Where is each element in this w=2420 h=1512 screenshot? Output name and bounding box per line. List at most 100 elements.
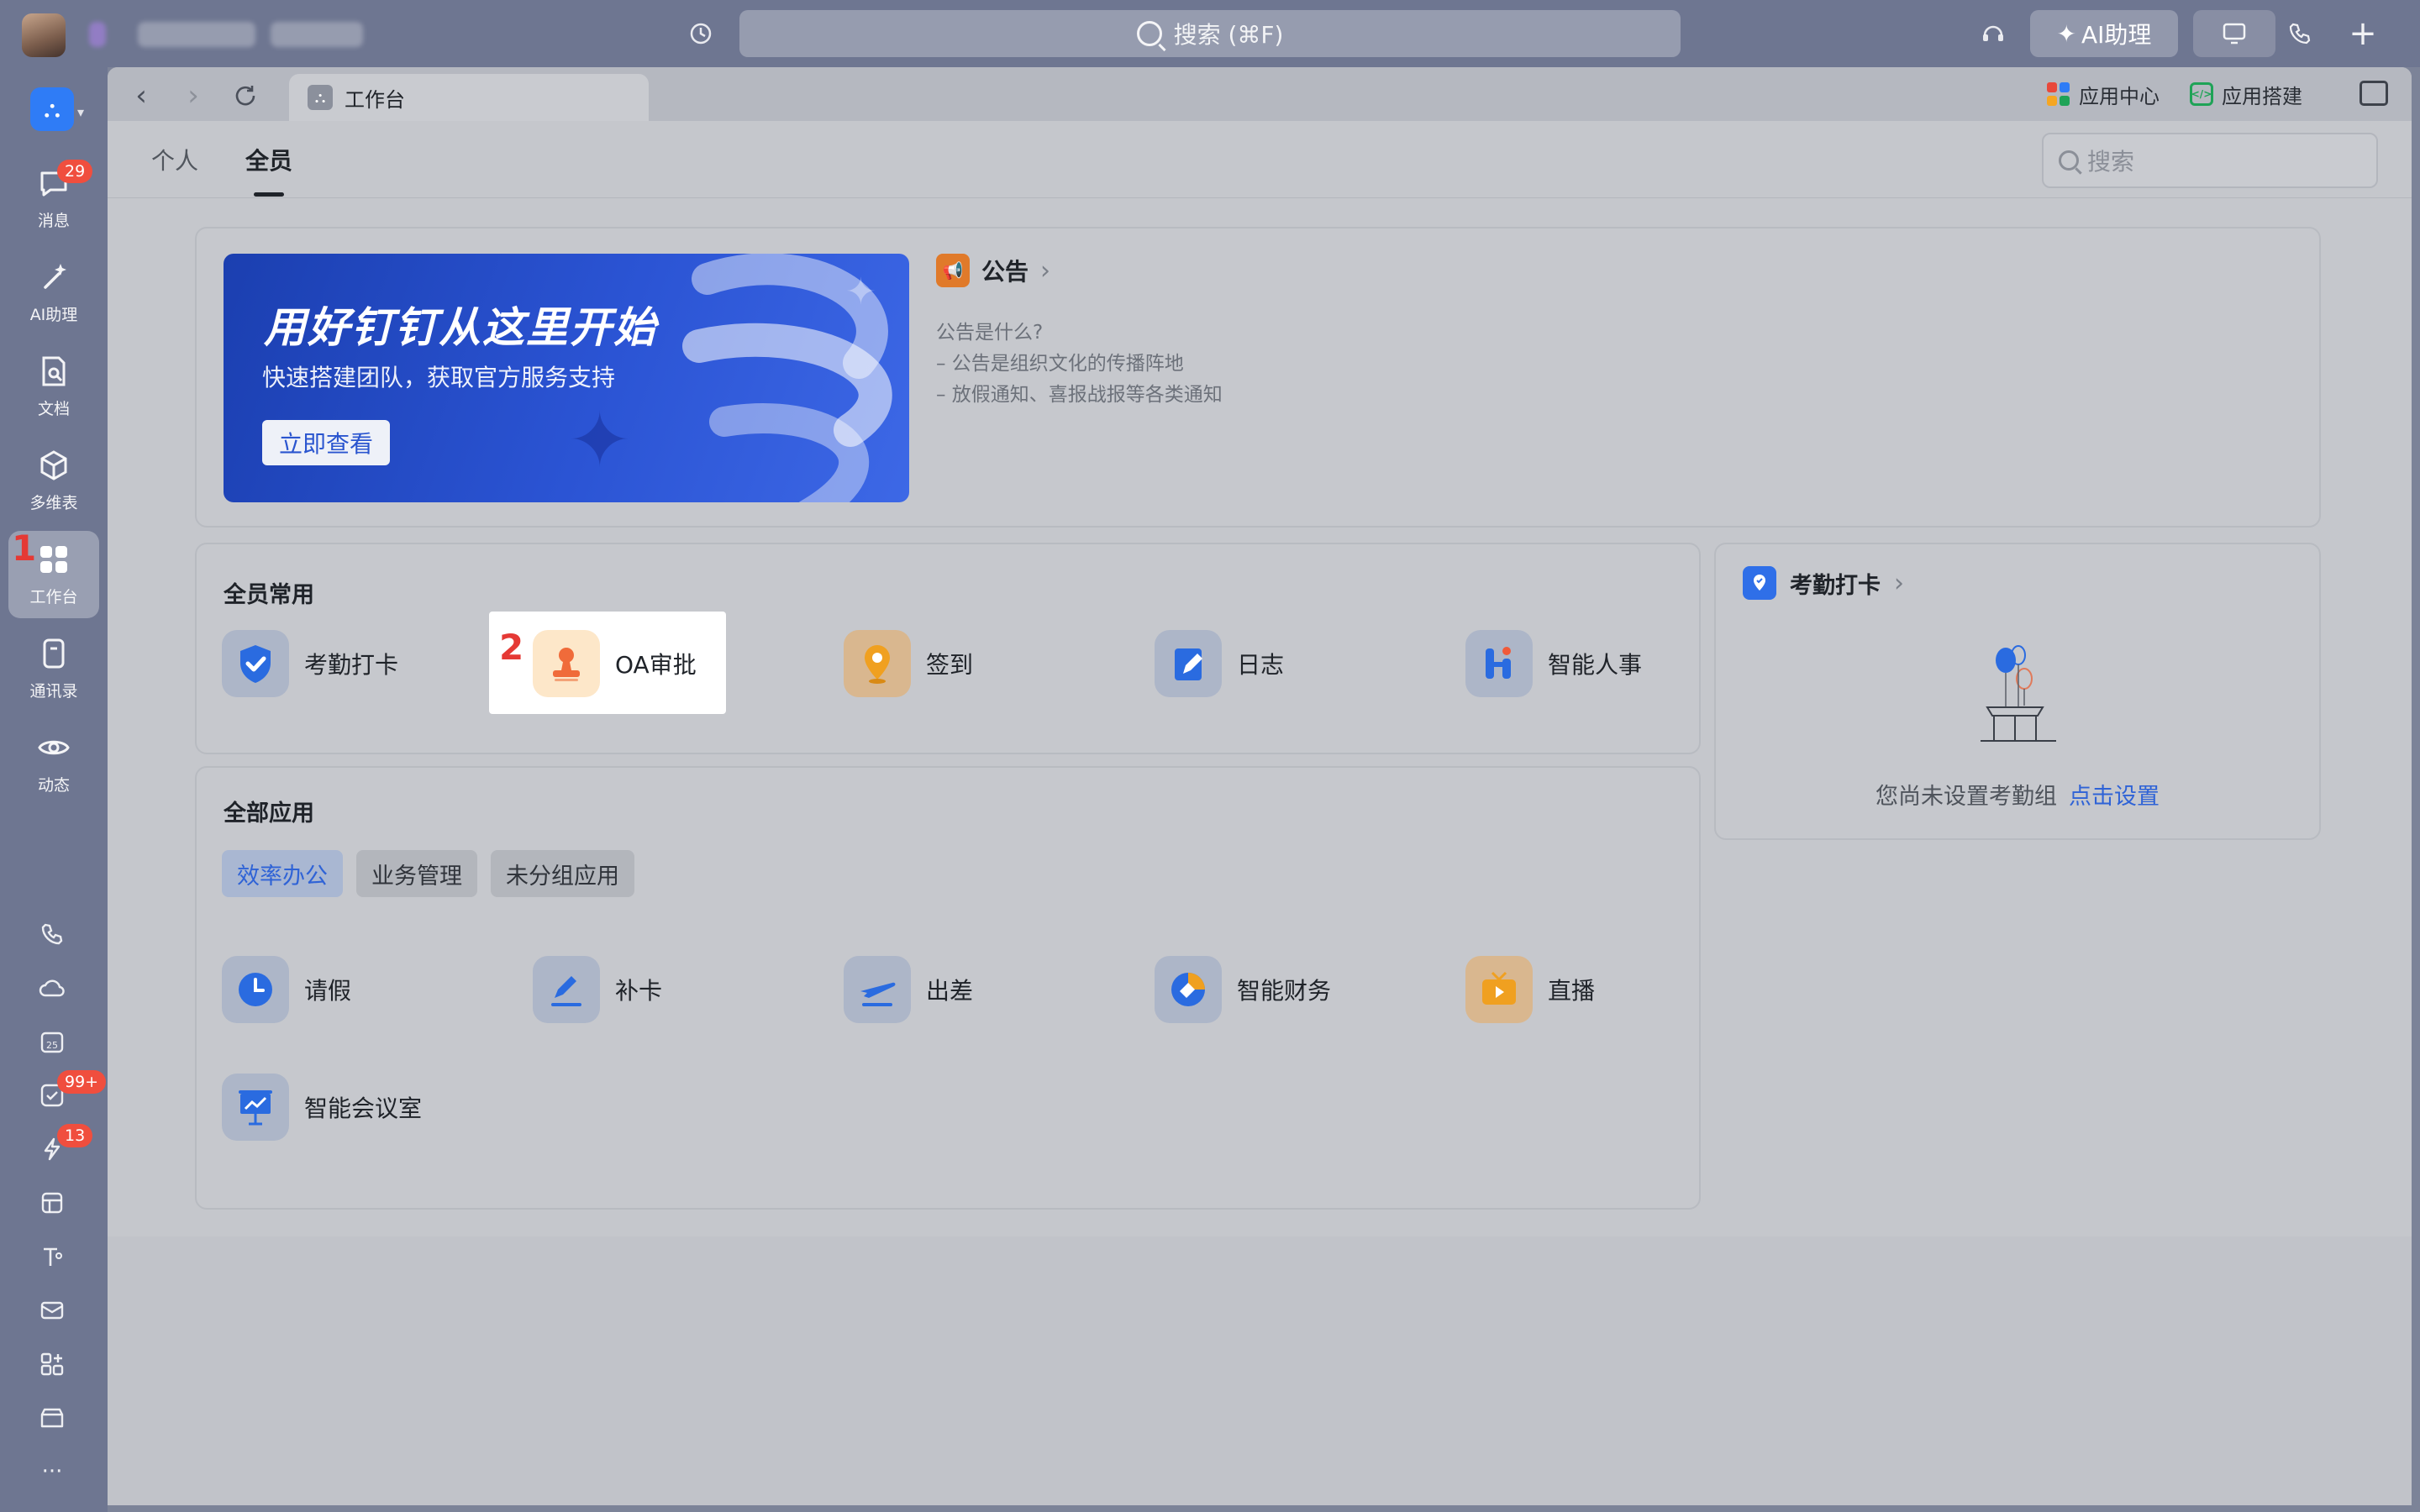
notice-line: 公告是什么? [936, 322, 1044, 344]
tab-personal[interactable]: 个人 [151, 143, 198, 176]
sparkle-icon: ✦ [845, 270, 876, 313]
text-tool-icon[interactable] [34, 1238, 71, 1275]
blurred-status [89, 22, 106, 47]
user-avatar[interactable] [22, 13, 66, 57]
calendar-day: 25 [46, 1040, 58, 1051]
todo-badge: 99+ [57, 1070, 107, 1094]
app-label: 日志 [1237, 651, 1285, 679]
banner-subtitle: 快速搭建团队，获取官方服务支持 [262, 364, 616, 391]
chevron-right-icon: › [1894, 568, 1904, 598]
all-apps-title: 全部应用 [224, 801, 314, 827]
app-build-link[interactable]: </> 应用搭建 [2190, 79, 2302, 109]
app-smart-hr[interactable]: 智能人事 [1465, 630, 1642, 697]
app-center-link[interactable]: 应用中心 [2047, 79, 2160, 109]
back-icon[interactable]: ‹ [124, 79, 158, 113]
plus-icon: + [2349, 14, 2377, 53]
sidebar-item-label: 消息 [37, 211, 70, 230]
attendance-card: 考勤打卡 › 您尚未设置考勤组 点击设置 [1714, 543, 2321, 840]
history-icon[interactable] [682, 15, 719, 52]
ai-assistant-label: AI助理 [2081, 21, 2152, 49]
workbench-search-input[interactable]: 搜索 [2042, 133, 2378, 188]
sidebar-item-messages[interactable]: 消息 29 [8, 155, 99, 242]
app-oa-approval[interactable]: OA审批 [533, 630, 697, 697]
cloud-icon[interactable] [34, 969, 71, 1006]
app-label: 签到 [926, 651, 974, 679]
chip-business[interactable]: 业务管理 [356, 850, 477, 897]
annotation-marker-2: 2 [499, 627, 524, 668]
stamp-icon [533, 630, 600, 697]
box-icon[interactable] [34, 1184, 71, 1221]
location-pin-icon [844, 630, 911, 697]
new-button[interactable]: + [2331, 10, 2395, 57]
global-search-bar[interactable]: 搜索 (⌘F) [739, 10, 1681, 57]
notice-header[interactable]: 📢 公告 › [936, 254, 1050, 287]
common-apps-title: 全员常用 [224, 582, 314, 608]
more-icon[interactable]: ··· [34, 1453, 71, 1490]
open-external-icon[interactable] [2360, 81, 2388, 106]
presentation-icon [222, 1074, 289, 1141]
all-apps-card: 全部应用 效率办公 业务管理 未分组应用 请假 补卡 出差 智能财务 直播 智能… [195, 766, 1701, 1210]
app-label: 智能人事 [1548, 651, 1643, 679]
todo-check-icon[interactable]: 99+ [34, 1070, 107, 1114]
archive-icon[interactable] [34, 1399, 71, 1436]
app-sign-in[interactable]: 签到 [844, 630, 973, 697]
app-center-icon [2047, 82, 2070, 106]
headset-icon[interactable] [1975, 15, 2012, 52]
sidebar-item-multitable[interactable]: 多维表 [8, 437, 99, 524]
sidebar-item-label: 动态 [37, 775, 70, 795]
app-smart-finance[interactable]: 智能财务 [1155, 956, 1331, 1023]
add-apps-icon[interactable] [34, 1346, 71, 1383]
app-meeting-room[interactable]: 智能会议室 [222, 1074, 422, 1141]
sidebar-item-label: 工作台 [29, 587, 78, 606]
sidebar-item-ai-assistant[interactable]: AI助理 [8, 249, 99, 336]
app-label: 直播 [1548, 977, 1596, 1005]
sidebar-item-label: AI助理 [29, 305, 78, 324]
refresh-icon[interactable] [229, 79, 262, 113]
app-card-replacement[interactable]: 补卡 [533, 956, 662, 1023]
app-category-chips: 效率办公 业务管理 未分组应用 [222, 850, 634, 897]
chip-efficiency[interactable]: 效率办公 [222, 850, 343, 897]
mail-icon[interactable] [34, 1292, 71, 1329]
banner-view-button[interactable]: 立即查看 [262, 420, 390, 465]
phone-icon[interactable] [34, 916, 71, 953]
workbench-search-placeholder: 搜索 [2087, 148, 2135, 176]
app-live[interactable]: 直播 [1465, 956, 1595, 1023]
attendance-header[interactable]: 考勤打卡 › [1743, 566, 1904, 600]
app-label: 智能会议室 [304, 1095, 423, 1122]
banner-title: 用好钉钉从这里开始 [264, 303, 657, 352]
tab-workbench[interactable]: ⛬ 工作台 [289, 74, 649, 121]
tab-all-members[interactable]: 全员 [245, 143, 292, 197]
app-leave[interactable]: 请假 [222, 956, 351, 1023]
app-business-trip[interactable]: 出差 [844, 956, 973, 1023]
attendance-empty-state: 您尚未设置考勤组 点击设置 [1716, 778, 2319, 811]
announcement-card: ✦ ✦ 用好钉钉从这里开始 快速搭建团队，获取官方服务支持 立即查看 📢 公告 … [195, 227, 2321, 528]
eye-icon [37, 731, 71, 769]
calendar-icon[interactable]: 25 [34, 1023, 71, 1060]
common-apps-card: 全员常用 考勤打卡 OA审批 2 签到 日志 智能人事 [195, 543, 1701, 754]
sparkle-icon: ✦ [568, 396, 632, 485]
app-log[interactable]: 日志 [1155, 630, 1284, 697]
global-search-placeholder: 搜索 (⌘F) [1173, 21, 1284, 49]
app-attendance[interactable]: 考勤打卡 [222, 630, 398, 697]
chip-ungrouped[interactable]: 未分组应用 [491, 850, 634, 897]
doc-search-icon [37, 354, 71, 393]
sidebar-item-docs[interactable]: 文档 [8, 343, 99, 430]
location-check-icon [1743, 566, 1776, 600]
app-label: 智能财务 [1237, 977, 1332, 1005]
page-bottom-area [108, 1236, 2412, 1505]
call-button[interactable] [2259, 10, 2341, 57]
sidebar-item-moments[interactable]: 动态 [8, 719, 99, 806]
lightning-icon[interactable]: 13 [34, 1124, 93, 1168]
monitor-icon [2223, 23, 2246, 45]
caret-down-icon[interactable]: ▾ [77, 104, 84, 120]
forward-icon[interactable]: › [176, 79, 210, 113]
notice-description: 公告是什么? – 公告是组织文化的传播阵地 – 放假通知、喜报战报等各类通知 [936, 318, 1223, 411]
attendance-setup-link[interactable]: 点击设置 [2069, 784, 2160, 810]
org-switcher-icon[interactable]: ⛬ [30, 87, 74, 131]
promo-banner[interactable]: ✦ ✦ 用好钉钉从这里开始 快速搭建团队，获取官方服务支持 立即查看 [224, 254, 909, 502]
clock-icon [222, 956, 289, 1023]
notice-line: – 放假通知、喜报战报等各类通知 [936, 384, 1223, 406]
ai-assistant-button[interactable]: ✦ AI助理 [2030, 10, 2178, 57]
sidebar-item-contacts[interactable]: 通讯录 [8, 625, 99, 712]
finance-icon [1155, 956, 1222, 1023]
